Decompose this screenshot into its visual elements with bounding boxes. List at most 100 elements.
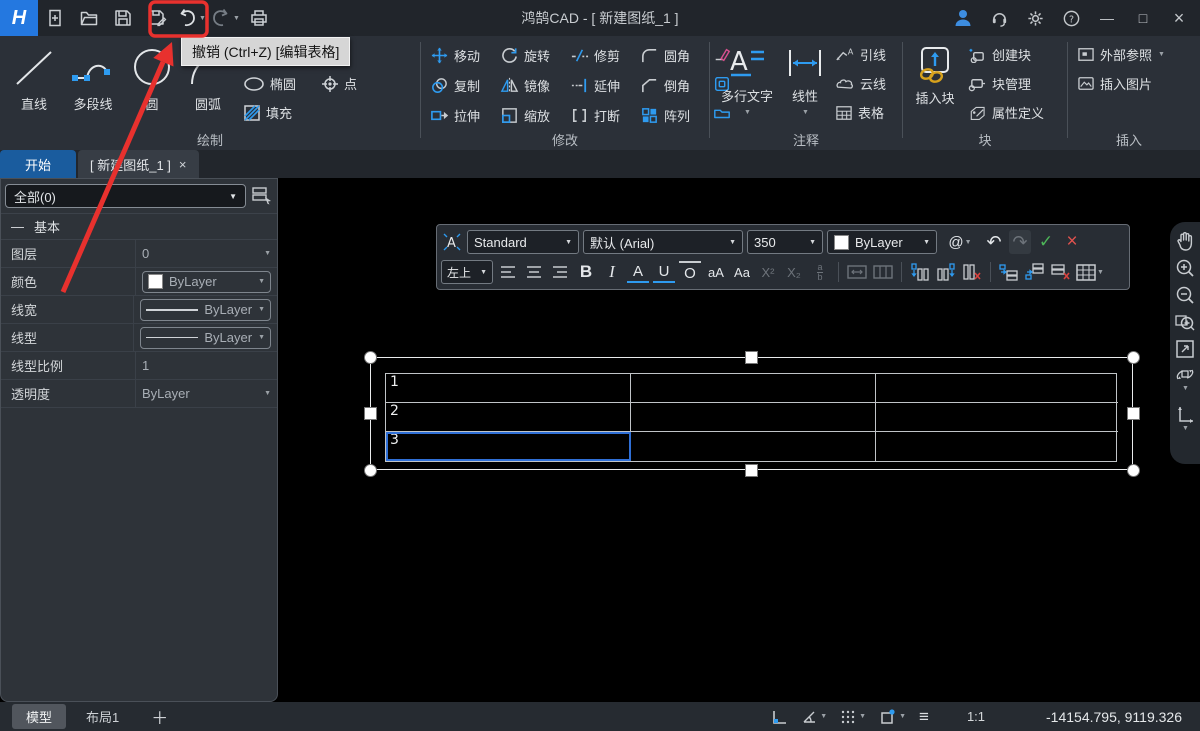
table-cell-r1c2[interactable]	[631, 374, 876, 403]
chamfer-button[interactable]: 倒角	[637, 71, 707, 100]
insert-row-below-button[interactable]	[1024, 260, 1046, 284]
xref-dropdown-icon[interactable]: ▼	[1158, 51, 1165, 58]
polar-tracking-button[interactable]: ▼	[801, 709, 827, 725]
linear-dim-button[interactable]: 线性 ▼	[782, 40, 828, 130]
open-file-button[interactable]	[73, 3, 105, 33]
justify-left-button[interactable]	[497, 260, 519, 284]
grip-top-left[interactable]	[364, 351, 377, 364]
settings-button[interactable]	[1022, 5, 1048, 31]
undo-button[interactable]: ▼	[175, 3, 207, 33]
block-manager-button[interactable]: 块管理	[965, 69, 1047, 98]
bold-button[interactable]: B	[575, 260, 597, 284]
tab-start[interactable]: 开始	[0, 150, 76, 178]
justify-right-button[interactable]	[549, 260, 571, 284]
table-cell-r3c1-active[interactable]: 3	[386, 432, 631, 461]
ellipse-button[interactable]: 椭圆	[240, 69, 318, 98]
zoom-in-button[interactable]	[1173, 257, 1197, 279]
superscript-button[interactable]: X²	[757, 260, 779, 284]
add-layout-button[interactable]: ＋	[151, 704, 168, 729]
ucs-button[interactable]: ▼	[1173, 405, 1197, 432]
delete-column-button[interactable]	[961, 260, 983, 284]
extend-button[interactable]: 延伸	[567, 71, 637, 100]
minimize-button[interactable]: —	[1094, 5, 1120, 31]
merge-cells-button[interactable]	[846, 260, 868, 284]
hatch-button[interactable]: 填充	[240, 98, 360, 127]
point-button[interactable]: 点	[318, 69, 360, 98]
text-size-combo[interactable]: 350 ▼	[747, 230, 823, 254]
editor-undo-button[interactable]: ↶	[983, 230, 1005, 254]
tab-document[interactable]: [ 新建图纸_1 ] ×	[78, 150, 199, 178]
lineweight-value-dropdown[interactable]: ByLayer ▼	[140, 299, 271, 321]
overline-button[interactable]: O	[679, 261, 701, 283]
scale-button[interactable]: 缩放	[497, 101, 567, 130]
new-file-button[interactable]	[39, 3, 71, 33]
move-button[interactable]: 移动	[427, 41, 497, 70]
collapse-icon[interactable]: —	[11, 219, 24, 234]
ortho-mode-icon[interactable]	[770, 708, 788, 726]
insert-column-left-button[interactable]	[909, 260, 931, 284]
app-logo[interactable]: H	[0, 0, 38, 36]
uppercase-button[interactable]: Aa	[731, 260, 753, 284]
grip-top-middle[interactable]	[745, 351, 758, 364]
table-cell-r2c3[interactable]	[876, 403, 1118, 432]
italic-button[interactable]: I	[601, 260, 623, 284]
justify-center-button[interactable]	[523, 260, 545, 284]
editor-redo-button[interactable]: ↷	[1009, 230, 1031, 254]
color-value-dropdown[interactable]: ByLayer ▼	[142, 271, 271, 293]
subscript-button[interactable]: X₂	[783, 260, 805, 284]
help-button[interactable]: ?	[1058, 5, 1084, 31]
orbit-button[interactable]: ▼	[1173, 365, 1197, 392]
zoom-window-button[interactable]	[1173, 311, 1197, 333]
grip-bottom-right[interactable]	[1127, 464, 1140, 477]
table-cell-r3c3[interactable]	[876, 432, 1118, 461]
table-cell-r1c3[interactable]	[876, 374, 1118, 403]
text-color-combo[interactable]: ByLayer ▼	[827, 230, 937, 254]
stretch-button[interactable]: 拉伸	[427, 101, 497, 130]
redo-dropdown-icon[interactable]: ▼	[233, 15, 240, 22]
transparency-value-dropdown[interactable]: ByLayer ▼	[136, 380, 277, 407]
grip-bottom-left[interactable]	[364, 464, 377, 477]
linetype-value-dropdown[interactable]: ByLayer ▼	[140, 327, 271, 349]
save-as-button[interactable]	[141, 3, 173, 33]
tab-model[interactable]: 模型	[12, 704, 66, 729]
print-button[interactable]	[243, 3, 275, 33]
table-borders-button[interactable]: ▼	[1076, 260, 1104, 284]
redo-button[interactable]: ▼	[209, 3, 241, 33]
xref-button[interactable]: 外部参照 ▼	[1074, 40, 1168, 69]
maximize-button[interactable]: □	[1130, 5, 1156, 31]
delete-row-button[interactable]	[1050, 260, 1072, 284]
object-snap-button[interactable]: ▼	[879, 708, 906, 725]
zoom-out-button[interactable]	[1173, 284, 1197, 306]
mtext-button[interactable]: A 多行文字 ▼	[716, 40, 778, 130]
create-block-button[interactable]: 创建块	[965, 40, 1047, 69]
annotative-scale-button[interactable]: A	[441, 230, 463, 254]
quick-properties-icon[interactable]	[251, 186, 273, 206]
insert-image-button[interactable]: 插入图片	[1074, 69, 1168, 98]
zoom-extents-button[interactable]	[1173, 338, 1197, 360]
annotation-scale[interactable]: 1:1	[967, 709, 985, 724]
attribute-define-button[interactable]: 属性定义	[965, 98, 1047, 127]
grip-right-middle[interactable]	[1127, 407, 1140, 420]
polyline-button[interactable]: 多段线	[62, 40, 124, 130]
table-cell-r2c2[interactable]	[631, 403, 876, 432]
grip-left-middle[interactable]	[364, 407, 377, 420]
cancel-button[interactable]: ×	[1061, 230, 1083, 254]
insert-column-right-button[interactable]	[935, 260, 957, 284]
circle-button[interactable]: 圆	[124, 40, 180, 130]
selection-filter-combo[interactable]: 全部(0) ▼	[5, 184, 246, 208]
annotative-text-button[interactable]: A	[627, 261, 649, 283]
revision-cloud-button[interactable]: 云线	[832, 69, 889, 98]
confirm-button[interactable]: ✓	[1035, 230, 1057, 254]
grip-top-right[interactable]	[1127, 351, 1140, 364]
mirror-button[interactable]: 镜像	[497, 71, 567, 100]
stack-fraction-button[interactable]: a b	[809, 260, 831, 284]
rotate-button[interactable]: 旋转	[497, 41, 567, 70]
cell-align-combo[interactable]: 左上 ▼	[441, 260, 493, 284]
layer-value-dropdown[interactable]: 0 ▼	[136, 240, 277, 267]
table-button[interactable]: 表格	[832, 98, 889, 127]
array-button[interactable]: 阵列	[637, 101, 707, 130]
tab-close-icon[interactable]: ×	[179, 157, 187, 172]
lowercase-button[interactable]: aA	[705, 260, 727, 284]
section-basic-header[interactable]: — 基本	[1, 213, 277, 240]
insert-row-above-button[interactable]	[998, 260, 1020, 284]
